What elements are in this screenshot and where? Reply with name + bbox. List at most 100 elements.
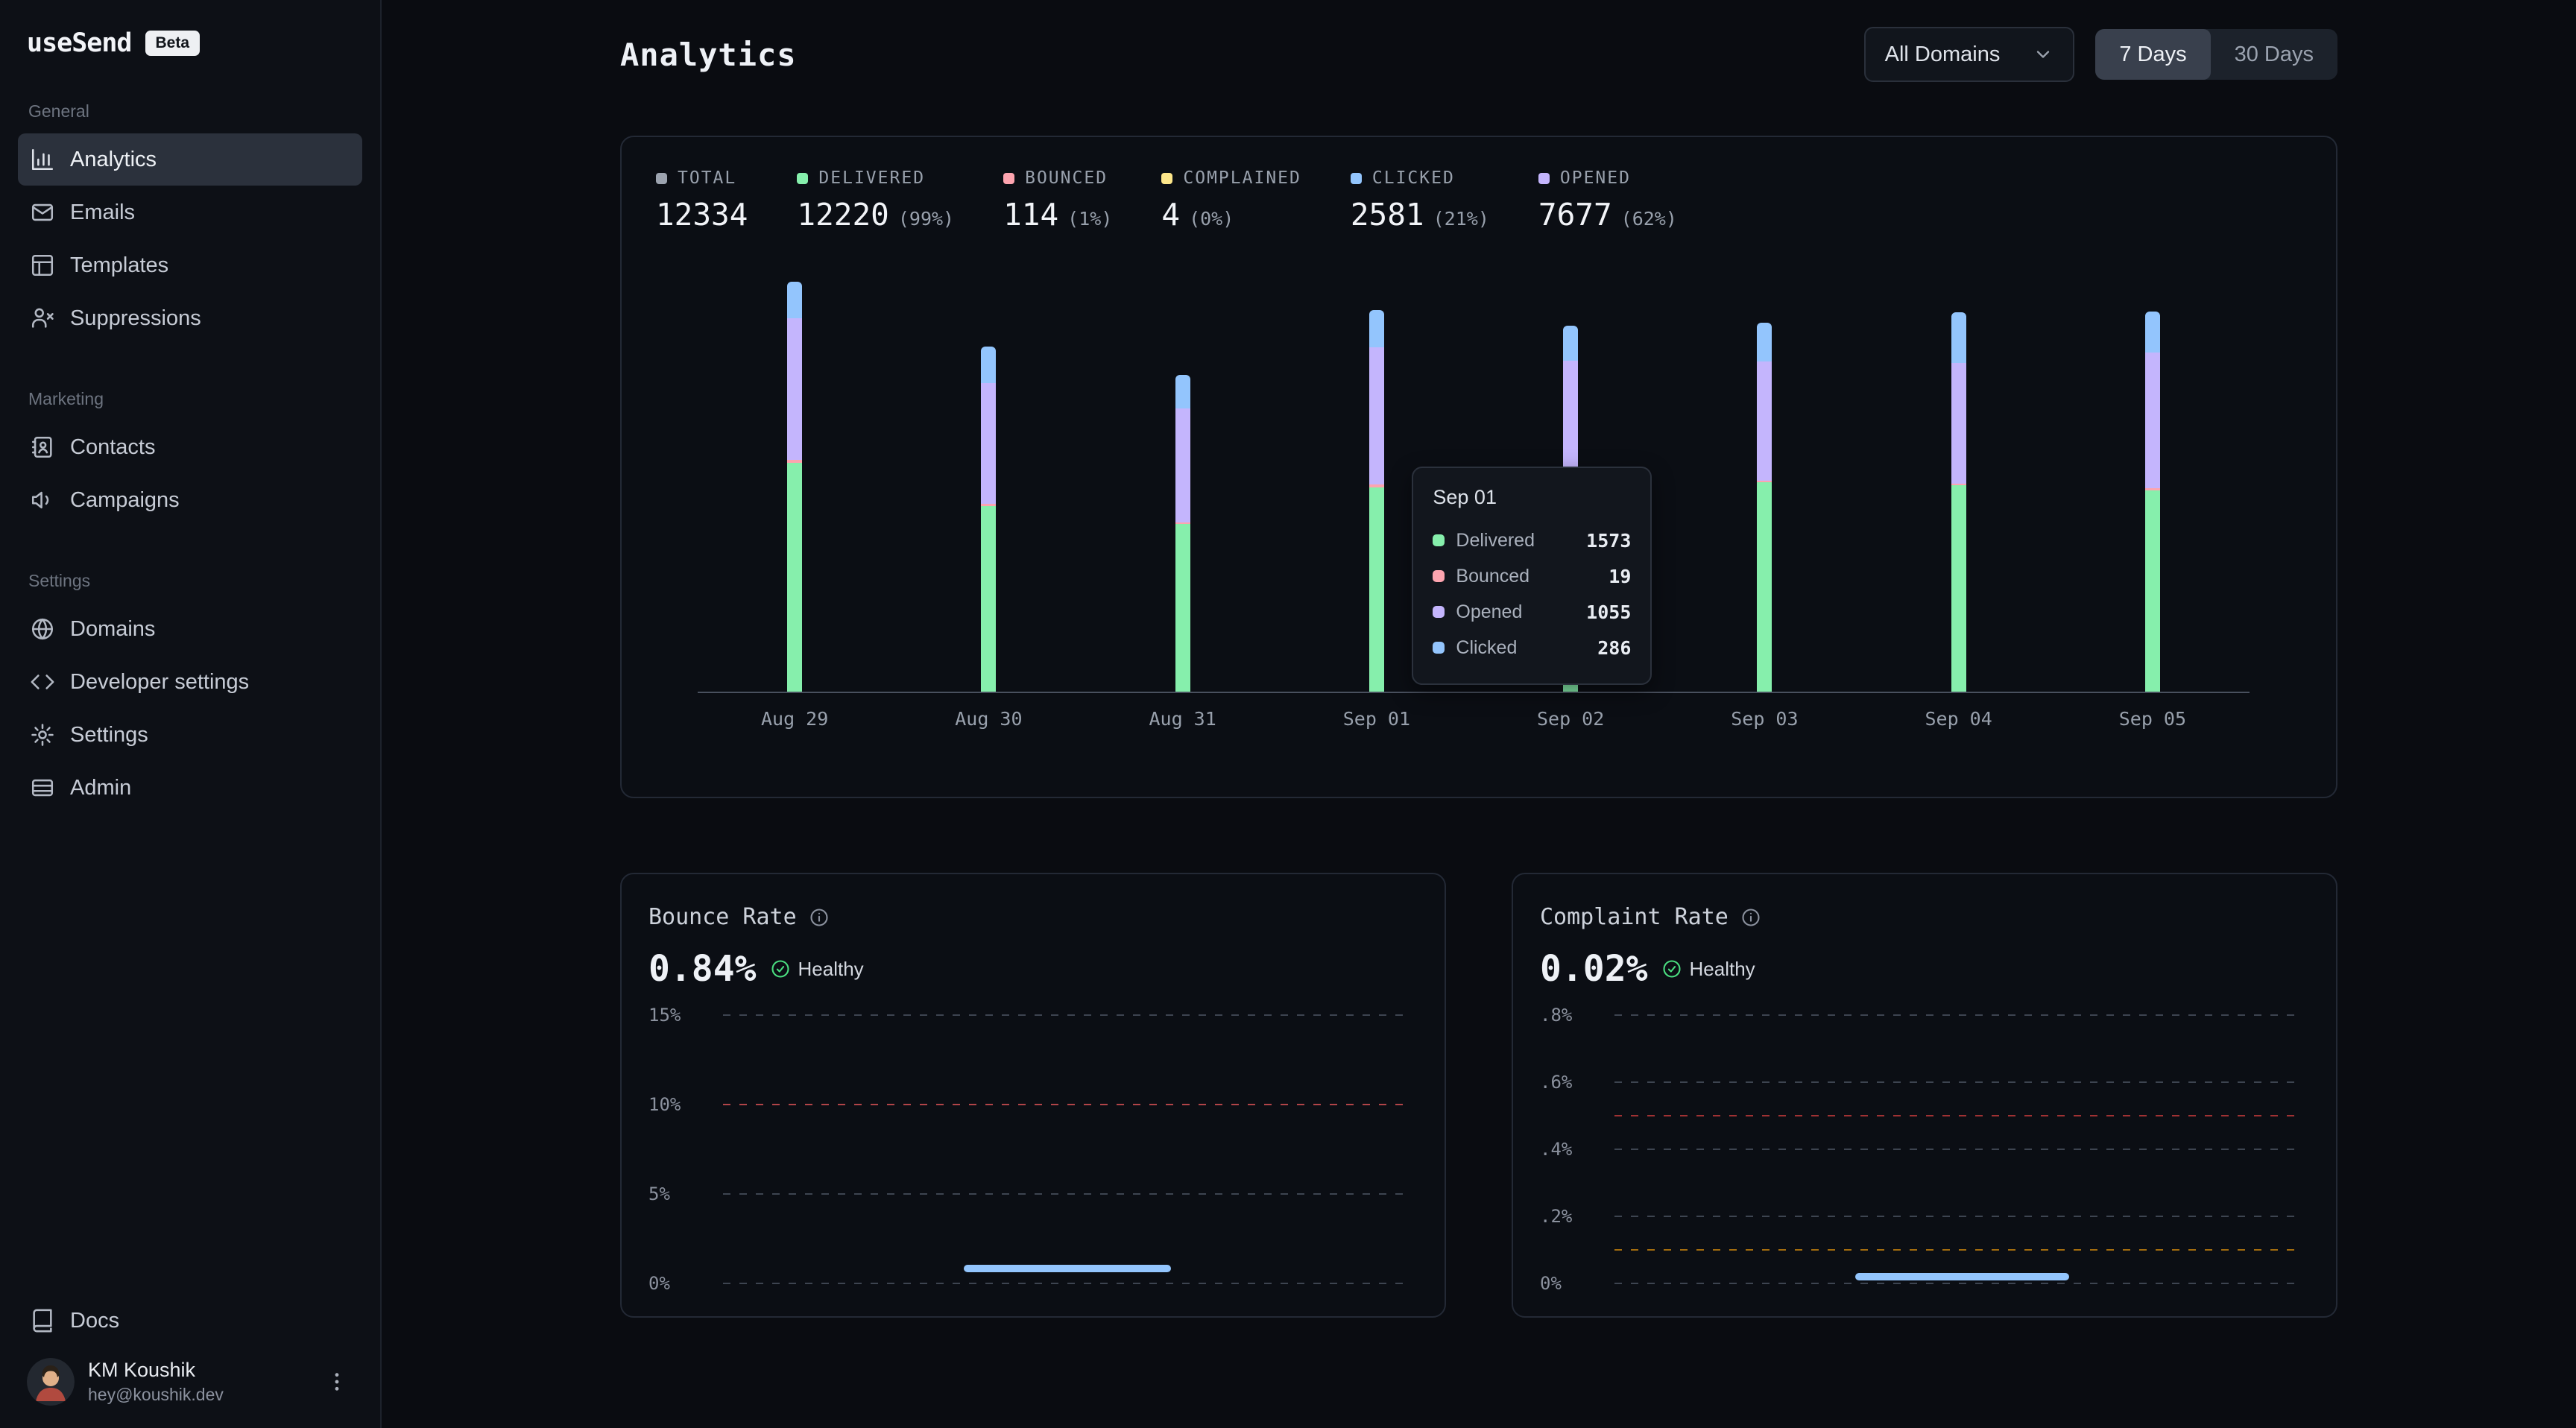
sidebar-item-domains[interactable]: Domains (18, 603, 362, 655)
envelope-icon (30, 200, 55, 225)
bounce-rate-title-row: Bounce Rate (648, 904, 1418, 930)
y-axis-label: 10% (648, 1094, 681, 1115)
plot-area (723, 1015, 1412, 1283)
threshold-line (723, 1104, 1412, 1105)
sidebar-item-label: Templates (70, 253, 168, 278)
y-axis-label: 0% (648, 1273, 670, 1294)
stat-label: COMPLAINED (1183, 168, 1301, 188)
bar-segment-delivered (1951, 485, 1966, 692)
sidebar-item-templates[interactable]: Templates (18, 239, 362, 291)
stat-label-row: COMPLAINED (1161, 168, 1301, 188)
gridline (1614, 1283, 2303, 1284)
complaint-rate-chart: .8%.6%.4%.2%0% (1540, 1015, 2309, 1283)
bar-segment-delivered (787, 463, 802, 692)
domain-filter-select[interactable]: All Domains (1864, 27, 2075, 82)
domain-filter-value: All Domains (1885, 42, 2001, 67)
complaint-rate-title-row: Complaint Rate (1540, 904, 2309, 930)
complaint-status-badge: Healthy (1661, 958, 1755, 981)
stat-percentage: (0%) (1189, 208, 1234, 230)
rate-line (964, 1265, 1170, 1272)
bar-segment-clicked (1951, 312, 1966, 363)
chart-tooltip: Sep 01 Delivered1573Bounced19Opened1055C… (1412, 467, 1652, 685)
tooltip-rows: Delivered1573Bounced19Opened1055Clicked2… (1433, 522, 1631, 666)
bar-segment-clicked (1369, 310, 1384, 347)
bar-column (891, 282, 1085, 692)
stat-percentage: (1%) (1067, 208, 1112, 230)
sidebar-item-contacts[interactable]: Contacts (18, 421, 362, 473)
bar-segment-clicked (1757, 323, 1772, 361)
sidebar-item-developer-settings[interactable]: Developer settings (18, 656, 362, 708)
sidebar-item-emails[interactable]: Emails (18, 186, 362, 238)
stat-value-row: 2581(21%) (1351, 197, 1489, 233)
bounce-status-badge: Healthy (770, 958, 864, 981)
analytics-chart-card: TOTAL12334DELIVERED12220(99%)BOUNCED114(… (620, 136, 2337, 798)
stat-label-row: DELIVERED (797, 168, 954, 188)
stat-complained: COMPLAINED 4(0%) (1161, 168, 1301, 233)
bar-sep-03[interactable] (1757, 323, 1772, 692)
topbar: Analytics All Domains 7 Days30 Days (620, 27, 2337, 82)
user-card[interactable]: KM Koushik hey@koushik.dev (18, 1348, 362, 1409)
bounce-rate-card: Bounce Rate 0.84% Healthy (620, 873, 1446, 1318)
y-axis-label: .8% (1540, 1005, 1572, 1026)
stat-value-row: 7677(62%) (1538, 197, 1677, 233)
bounce-rate-chart: 15%10%5%0% (648, 1015, 1418, 1283)
sidebar-item-settings[interactable]: Settings (18, 709, 362, 761)
stat-label-row: CLICKED (1351, 168, 1489, 188)
bar-aug-31[interactable] (1175, 375, 1190, 692)
bar-segment-clicked (787, 282, 802, 318)
bar-segment-clicked (981, 347, 996, 383)
sidebar-item-label: Admin (70, 776, 131, 800)
bar-sep-04[interactable] (1951, 312, 1966, 692)
sidebar-item-suppressions[interactable]: Suppressions (18, 292, 362, 344)
bar-segment-delivered (1369, 487, 1384, 692)
tab-7-days[interactable]: 7 Days (2095, 29, 2210, 80)
bar-sep-01[interactable] (1369, 310, 1384, 692)
bounce-status-label: Healthy (798, 958, 864, 981)
stat-total: TOTAL 12334 (656, 168, 748, 233)
bar-column (1086, 282, 1280, 692)
sidebar-item-label: Developer settings (70, 670, 249, 695)
tab-30-days[interactable]: 30 Days (2211, 29, 2337, 80)
y-axis-label: 5% (648, 1184, 670, 1204)
bar-segment-clicked (1175, 375, 1190, 408)
stat-label-row: TOTAL (656, 168, 748, 188)
user-meta: KM Koushik hey@koushik.dev (88, 1359, 224, 1405)
sidebar-section-label: Marketing (28, 389, 352, 409)
user-email: hey@koushik.dev (88, 1385, 224, 1405)
sidebar-item-label: Domains (70, 617, 155, 642)
sidebar-item-admin[interactable]: Admin (18, 762, 362, 814)
content: Analytics All Domains 7 Days30 Days TOTA… (382, 0, 2576, 1318)
bounce-rate-value: 0.84% (648, 948, 757, 990)
bar-aug-30[interactable] (981, 347, 996, 692)
globe-icon (30, 616, 55, 642)
stat-percentage: (99%) (898, 208, 954, 230)
complaint-rate-card: Complaint Rate 0.02% Healthy (1512, 873, 2337, 1318)
header-controls: All Domains 7 Days30 Days (1864, 27, 2337, 82)
tooltip-label: Clicked (1456, 637, 1517, 659)
bar-aug-29[interactable] (787, 282, 802, 692)
info-icon[interactable] (809, 907, 830, 928)
legend-dot (1538, 173, 1550, 184)
rate-line (1855, 1273, 2068, 1280)
bar-segment-delivered (981, 506, 996, 692)
stat-opened: OPENED7677(62%) (1538, 168, 1677, 233)
bar-sep-05[interactable] (2145, 312, 2160, 692)
sidebar-item-label: Emails (70, 200, 135, 225)
sidebar-item-analytics[interactable]: Analytics (18, 133, 362, 186)
plot-area (1614, 1015, 2303, 1283)
sidebar-item-campaigns[interactable]: Campaigns (18, 474, 362, 526)
page-title: Analytics (620, 37, 797, 73)
contact-book-icon (30, 435, 55, 460)
stat-value-number: 7677 (1538, 197, 1612, 233)
stat-label: DELIVERED (818, 168, 925, 188)
sidebar-item-docs[interactable]: Docs (18, 1295, 362, 1347)
kebab-menu-icon[interactable] (321, 1365, 353, 1398)
tooltip-row: Bounced19 (1433, 558, 1631, 594)
tooltip-row: Opened1055 (1433, 594, 1631, 630)
stat-value-row: 12334 (656, 197, 748, 233)
info-icon[interactable] (1740, 907, 1761, 928)
gridline (1614, 1081, 2303, 1083)
sidebar-nav: GeneralAnalyticsEmailsTemplatesSuppressi… (18, 63, 362, 815)
stat-value-row: 4(0%) (1161, 197, 1301, 233)
gridline (723, 1193, 1412, 1195)
